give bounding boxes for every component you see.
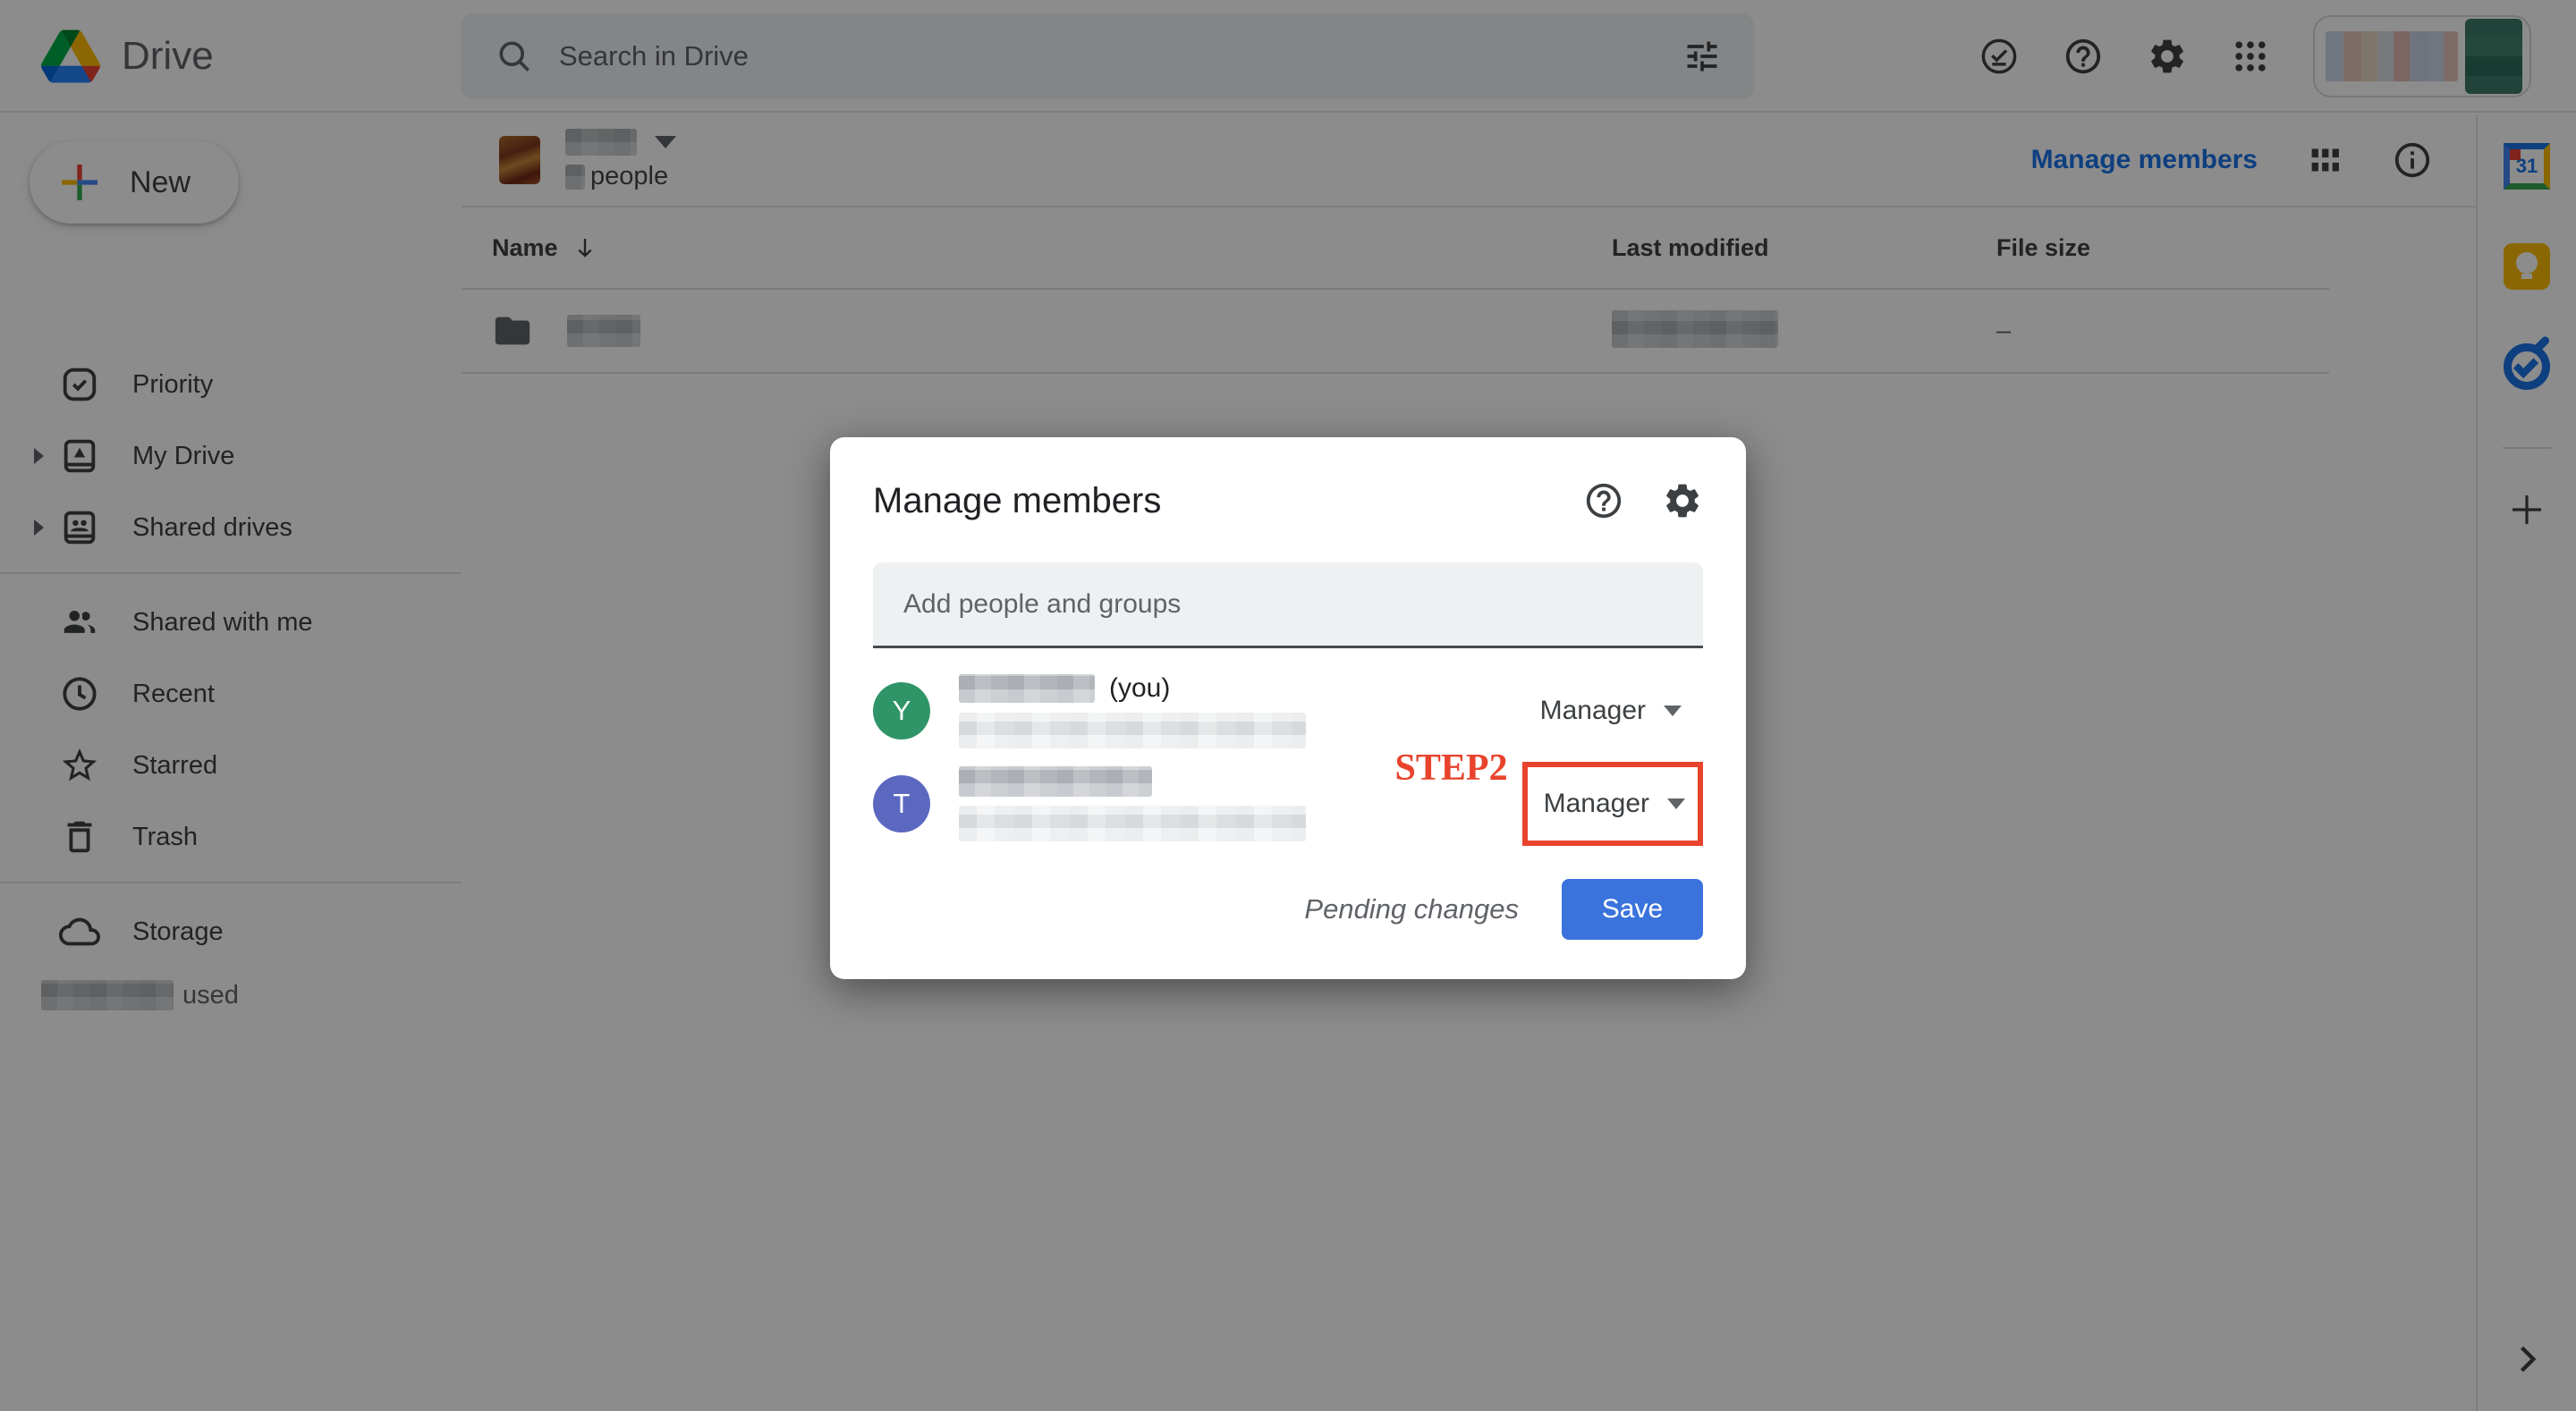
step2-annotation: STEP2	[1395, 747, 1508, 790]
annotation-highlight-box: Manager	[1522, 762, 1703, 846]
save-button[interactable]: Save	[1562, 879, 1703, 940]
member-email-redacted	[959, 713, 1306, 748]
dialog-settings-icon[interactable]	[1662, 480, 1703, 521]
dialog-help-icon[interactable]	[1583, 480, 1624, 521]
you-suffix: (you)	[1109, 673, 1170, 704]
add-people-input[interactable]	[873, 589, 1703, 620]
google-drive-app: Drive	[0, 0, 2576, 1411]
member-row-other: T STEP2 Manager	[873, 759, 1703, 849]
avatar: T	[873, 775, 930, 832]
add-people-field	[873, 562, 1703, 648]
chevron-down-icon	[1667, 798, 1685, 809]
dialog-title: Manage members	[873, 481, 1583, 521]
chevron-down-icon	[1664, 706, 1682, 716]
role-dropdown-you[interactable]: Manager	[1540, 696, 1682, 726]
member-row-you: Y (you) Manager	[873, 666, 1703, 756]
pending-changes-text: Pending changes	[1304, 893, 1519, 925]
manage-members-dialog: Manage members Y (you) Manager	[830, 437, 1746, 979]
member-name-redacted	[959, 674, 1095, 703]
role-dropdown-member[interactable]: Manager	[1544, 789, 1685, 819]
member-email-redacted	[959, 806, 1306, 841]
member-name-redacted	[959, 766, 1152, 797]
avatar: Y	[873, 682, 930, 739]
